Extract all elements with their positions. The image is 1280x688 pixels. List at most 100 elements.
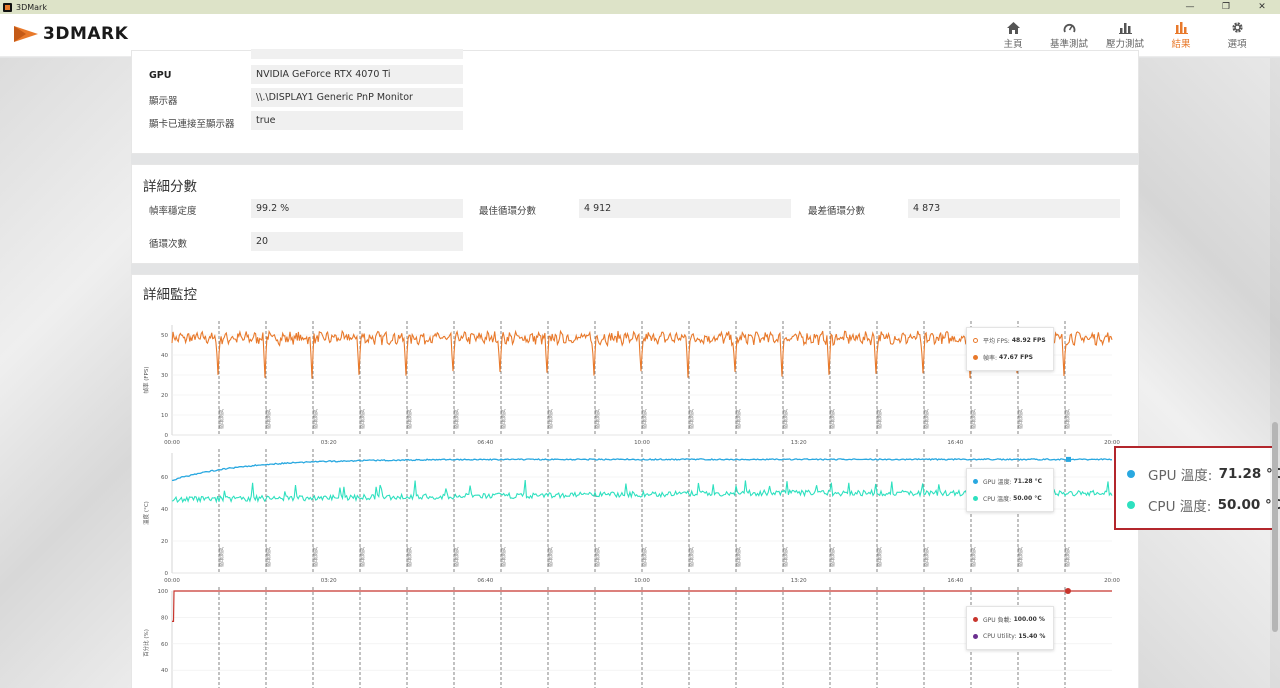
- display-connected-value: true: [251, 111, 463, 130]
- util-y-tick-label: 60: [161, 642, 168, 648]
- fps-label: 幀率:: [983, 355, 998, 362]
- nav-home[interactable]: 主頁: [990, 18, 1036, 50]
- scrollbar-thumb[interactable]: [1272, 422, 1278, 632]
- temp-y-tick-label: 0: [165, 571, 169, 577]
- callout-gpu-label: GPU 溫度:: [1148, 467, 1213, 484]
- temp-loop-marker-label: 循環測試: [453, 547, 460, 567]
- nav-stress-tests-label: 壓力測試: [1105, 39, 1144, 50]
- best-loop-label: 最佳循環分數: [479, 206, 537, 217]
- temp-loop-marker-label: 循環測試: [829, 547, 836, 567]
- fps-loop-marker-label: 循環測試: [218, 409, 225, 429]
- temp-loop-marker-label: 循環測試: [923, 547, 930, 567]
- logo-text: 3DMARK: [43, 24, 129, 44]
- fps-loop-marker-label: 循環測試: [359, 409, 366, 429]
- temp-x-tick-label: 03:20: [321, 578, 337, 584]
- window-title: 3DMark: [16, 2, 47, 12]
- cpu-temp-label: CPU 溫度:: [983, 496, 1012, 503]
- callout-cpu-dot-icon: [1127, 500, 1135, 509]
- fps-loop-marker-label: 循環測試: [500, 409, 507, 429]
- fps-y-tick-label: 10: [161, 413, 168, 419]
- temp-loop-marker-label: 循環測試: [1017, 547, 1024, 567]
- fps-loop-marker-label: 循環測試: [406, 409, 413, 429]
- fps-y-tick-label: 50: [161, 333, 168, 339]
- fps-x-tick-label: 06:40: [477, 440, 493, 446]
- fps-loop-marker-label: 循環測試: [876, 409, 883, 429]
- nav-stress-tests[interactable]: 壓力測試: [1102, 18, 1148, 50]
- temp-loop-marker-label: 循環測試: [641, 547, 648, 567]
- gpu-load-cursor-marker: [1065, 588, 1071, 594]
- temp-y-axis-label: 溫度 (°C): [142, 501, 150, 525]
- temp-y-tick-label: 40: [161, 507, 168, 513]
- window-controls: — ❐ ✕: [1172, 0, 1280, 14]
- detailed-scores-panel: 詳細分數 幀率穩定度 99.2 % 最佳循環分數 4 912 最差循環分數 4 …: [131, 164, 1139, 264]
- background-left: [0, 58, 131, 688]
- temp-loop-marker-label: 循環測試: [312, 547, 319, 567]
- fps-x-tick-label: 03:20: [321, 440, 337, 446]
- temp-loop-marker-label: 循環測試: [782, 547, 789, 567]
- temp-loop-marker-label: 循環測試: [218, 547, 225, 567]
- temp-loop-marker-label: 循環測試: [688, 547, 695, 567]
- fps-loop-marker-label: 循環測試: [265, 409, 272, 429]
- temp-x-tick-label: 13:20: [791, 578, 807, 584]
- worst-loop-value: 4 873: [908, 199, 1120, 218]
- temperature-callout: GPU 溫度: 71.28 °C CPU 溫度: 50.00 °C: [1114, 446, 1280, 530]
- fps-loop-marker-label: 循環測試: [923, 409, 930, 429]
- cpu-temp-value: 50.00 °C: [1013, 495, 1042, 502]
- temp-y-tick-label: 60: [161, 475, 168, 481]
- cpu-temp-marker-icon: [973, 496, 978, 501]
- fps-loop-marker-label: 循環測試: [1017, 409, 1024, 429]
- frame-stability-label: 幀率穩定度: [149, 206, 197, 217]
- callout-cpu-label: CPU 溫度:: [1148, 498, 1212, 515]
- fps-y-tick-label: 0: [165, 433, 169, 439]
- cpu-util-marker-icon: [973, 634, 978, 639]
- fps-loop-marker-label: 循環測試: [782, 409, 789, 429]
- fps-legend: 平均 FPS: 48.92 FPS 幀率: 47.67 FPS: [966, 327, 1054, 371]
- gear-icon: [1231, 22, 1243, 33]
- nav-benchmarks[interactable]: 基準測試: [1046, 18, 1092, 50]
- restore-button[interactable]: ❐: [1208, 0, 1244, 14]
- callout-gpu-dot-icon: [1127, 469, 1135, 478]
- minimize-button[interactable]: —: [1172, 0, 1208, 14]
- nav-results[interactable]: 結果: [1158, 18, 1204, 50]
- temp-loop-marker-label: 循環測試: [735, 547, 742, 567]
- temp-loop-marker-label: 循環測試: [547, 547, 554, 567]
- nav-options[interactable]: 選項: [1214, 18, 1260, 50]
- fps-y-tick-label: 20: [161, 393, 168, 399]
- page-scrollbar[interactable]: [1270, 58, 1280, 688]
- gpu-temp-cursor-marker: [1066, 456, 1071, 462]
- temp-legend-gpu: GPU 溫度: 71.28 °C: [973, 473, 1047, 490]
- gpu-load-label: GPU 負載:: [983, 617, 1012, 624]
- fps-value: 47.67 FPS: [999, 354, 1033, 361]
- gauge-icon: [1063, 24, 1075, 33]
- util-y-tick-label: 40: [161, 668, 168, 674]
- temp-x-tick-label: 16:40: [947, 578, 963, 584]
- main-nav: 主頁 基準測試 壓力測試 結果 選項: [980, 18, 1260, 50]
- gpu-temp-label: GPU 溫度:: [983, 479, 1012, 486]
- avg-fps-marker-icon: [973, 338, 978, 343]
- nav-home-label: 主頁: [1003, 39, 1023, 50]
- fps-marker-icon: [973, 355, 978, 360]
- fps-x-tick-label: 13:20: [791, 440, 807, 446]
- callout-gpu-row: GPU 溫度: 71.28 °C: [1127, 458, 1280, 489]
- fps-legend-current: 幀率: 47.67 FPS: [973, 349, 1047, 366]
- best-loop-value: 4 912: [579, 199, 791, 218]
- background-right: [1139, 58, 1280, 688]
- home-icon: [1006, 22, 1020, 34]
- nav-benchmarks-label: 基準測試: [1049, 39, 1088, 50]
- fps-y-tick-label: 40: [161, 353, 168, 359]
- display-connected-label: 顯卡已連接至顯示器: [149, 119, 235, 130]
- fps-y-tick-label: 30: [161, 373, 168, 379]
- fps-loop-marker-label: 循環測試: [829, 409, 836, 429]
- temp-x-tick-label: 10:00: [634, 578, 650, 584]
- temp-x-tick-label: 20:00: [1104, 578, 1120, 584]
- close-button[interactable]: ✕: [1244, 0, 1280, 14]
- fps-loop-marker-label: 循環測試: [1064, 409, 1071, 429]
- fps-legend-avg: 平均 FPS: 48.92 FPS: [973, 332, 1047, 349]
- util-y-tick-label: 100: [158, 589, 169, 595]
- temp-y-tick-label: 20: [161, 539, 168, 545]
- loop-count-value: 20: [251, 232, 463, 251]
- frame-stability-value: 99.2 %: [251, 199, 463, 218]
- temp-loop-marker-label: 循環測試: [594, 547, 601, 567]
- 3dmark-logo-icon: [14, 26, 38, 42]
- cpu-util-label: CPU Utility:: [983, 633, 1017, 640]
